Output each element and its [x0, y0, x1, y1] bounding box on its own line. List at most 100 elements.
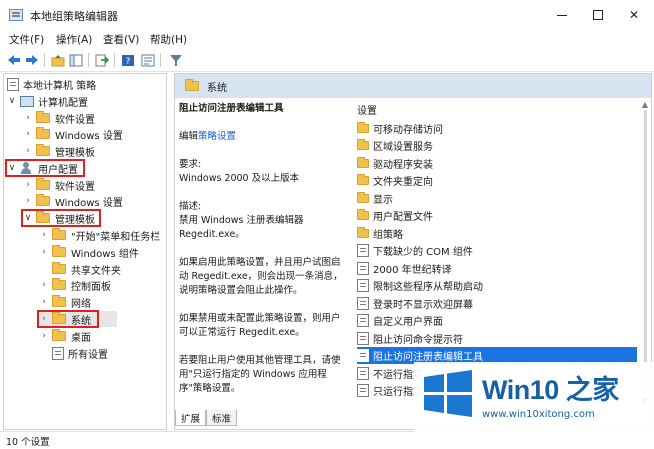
description-block: 描述: 禁用 Windows 注册表编辑器 Regedit.exe。 — [179, 200, 347, 242]
policy-setting-icon — [357, 384, 369, 397]
folder-icon — [36, 194, 50, 206]
tree-node-start-menu[interactable]: › "开始"菜单和任务栏 — [39, 227, 160, 243]
chevron-right-icon[interactable]: › — [39, 230, 49, 240]
list-item[interactable]: 文件夹重定向 — [357, 172, 637, 189]
help-button[interactable]: ? — [120, 52, 136, 68]
tree-node-network[interactable]: › 网络 — [39, 294, 91, 310]
folder-icon — [36, 111, 50, 123]
chevron-right-icon[interactable]: › — [23, 129, 33, 139]
filter-icon — [170, 54, 182, 66]
minimize-button[interactable] — [542, 0, 582, 30]
chevron-right-icon[interactable]: › — [39, 280, 49, 290]
folder-icon — [52, 329, 66, 341]
menu-action[interactable]: 操作(A) — [56, 32, 92, 47]
list-item-label: 下载缺少的 COM 组件 — [373, 247, 473, 258]
up-folder-icon — [51, 54, 65, 66]
list-item[interactable]: 显示 — [357, 190, 637, 207]
tree-node-user-windows-settings[interactable]: › Windows 设置 — [23, 193, 123, 209]
highlight-user-config — [5, 159, 85, 177]
tree-node-desktop[interactable]: › 桌面 — [39, 328, 91, 344]
chevron-down-icon[interactable]: ∨ — [7, 96, 17, 106]
list-item[interactable]: 阻止访问命令提示符 — [357, 330, 637, 347]
tree-label: 桌面 — [71, 332, 91, 344]
app-icon — [9, 9, 23, 21]
policy-setting-icon — [357, 349, 369, 362]
export-list-button[interactable] — [94, 52, 110, 68]
description-label: 描述: — [179, 201, 202, 212]
requirements-label: 要求: — [179, 159, 202, 170]
tab-standard[interactable]: 标准 — [206, 410, 238, 426]
status-text: 10 个设置 — [6, 437, 50, 448]
export-icon — [95, 54, 109, 66]
windows-logo-icon — [424, 370, 472, 417]
tab-extended[interactable]: 扩展 — [175, 410, 207, 426]
folder-icon — [357, 227, 369, 238]
list-item[interactable]: 自定义用户界面 — [357, 312, 637, 329]
column-header-setting[interactable]: 设置 — [357, 102, 377, 117]
description-para1: 如果启用此策略设置，并且用户试图启动 Regedit.exe，则会出现一条消息，… — [179, 257, 343, 296]
list-item-label: 用户配置文件 — [373, 212, 433, 223]
tree-node-software-settings[interactable]: › 软件设置 — [23, 110, 95, 126]
list-item[interactable]: 可移动存储访问 — [357, 120, 637, 137]
chevron-right-icon[interactable]: › — [23, 113, 33, 123]
menu-view[interactable]: 查看(V) — [103, 32, 139, 47]
tree-label: 控制面板 — [71, 281, 111, 293]
details-header: 系统 — [175, 74, 651, 98]
maximize-button[interactable] — [578, 0, 618, 30]
tree-node-all-settings[interactable]: 所有设置 — [39, 345, 108, 361]
chevron-right-icon[interactable]: › — [23, 146, 33, 156]
show-hide-tree-button[interactable] — [68, 52, 84, 68]
chevron-right-icon[interactable]: › — [23, 180, 33, 190]
tree-node-root[interactable]: 本地计算机 策略 — [7, 76, 96, 92]
chevron-right-icon[interactable]: › — [39, 331, 49, 341]
computer-icon — [20, 95, 34, 107]
folder-icon — [357, 157, 369, 168]
chevron-right-icon[interactable]: › — [39, 247, 49, 257]
policy-setting-icon — [357, 367, 369, 380]
list-item[interactable]: 用户配置文件 — [357, 207, 637, 224]
chevron-right-icon[interactable]: › — [23, 196, 33, 206]
up-folder-button[interactable] — [50, 52, 66, 68]
list-item-label: 可移动存储访问 — [373, 125, 443, 136]
scroll-thumb[interactable] — [644, 110, 647, 396]
menu-help[interactable]: 帮助(H) — [150, 32, 187, 47]
tree-node-windows-components[interactable]: › Windows 组件 — [39, 244, 139, 260]
back-button[interactable] — [6, 52, 22, 68]
folder-icon — [357, 192, 369, 203]
toolbar: ? — [0, 48, 654, 72]
menu-file[interactable]: 文件(F) — [9, 32, 44, 47]
list-item[interactable]: 2000 年世纪转译 — [357, 260, 637, 277]
forward-button[interactable] — [24, 52, 40, 68]
list-item[interactable]: 限制这些程序从帮助启动 — [357, 277, 637, 294]
folder-icon — [52, 228, 66, 240]
window-title: 本地组策略编辑器 — [30, 10, 118, 23]
folder-icon — [357, 139, 369, 150]
list-item[interactable]: 组策略 — [357, 225, 637, 242]
close-button[interactable]: ✕ — [614, 0, 654, 30]
list-item[interactable]: 登录时不显示欢迎屏幕 — [357, 295, 637, 312]
policy-setting-icon — [357, 297, 369, 310]
details-header-title: 系统 — [207, 82, 227, 94]
chevron-right-icon[interactable]: › — [39, 297, 49, 307]
all-settings-icon — [52, 346, 64, 360]
tree-node-admin-templates[interactable]: › 管理模板 — [23, 143, 95, 159]
tree-node-user-software-settings[interactable]: › 软件设置 — [23, 177, 95, 193]
tree-label: 计算机配置 — [38, 97, 88, 109]
list-scrollbar[interactable]: ▲ ▼ — [640, 100, 650, 406]
edit-policy-link[interactable]: 策略设置 — [198, 131, 236, 142]
list-item[interactable]: 驱动程序安装 — [357, 155, 637, 172]
tree-node-control-panel[interactable]: › 控制面板 — [39, 277, 111, 293]
description-para3: 若要阻止用户使用其他管理工具，请使用"只运行指定的 Windows 应用程序"策… — [179, 355, 341, 394]
tree-node-shared-folders[interactable]: 共享文件夹 — [39, 261, 121, 277]
tree-node-windows-settings[interactable]: › Windows 设置 — [23, 126, 123, 142]
list-item[interactable]: 区域设置服务 — [357, 137, 637, 154]
policy-setting-icon — [357, 244, 369, 257]
properties-button[interactable] — [140, 52, 156, 68]
scroll-up-icon[interactable]: ▲ — [640, 100, 650, 109]
filter-button[interactable] — [168, 52, 184, 68]
tree-node-computer-config[interactable]: ∨ 计算机配置 — [7, 93, 88, 109]
list-item-label: 显示 — [373, 195, 393, 206]
folder-icon — [357, 122, 369, 133]
list-item-label: 组策略 — [373, 230, 403, 241]
list-item[interactable]: 下载缺少的 COM 组件 — [357, 242, 637, 259]
